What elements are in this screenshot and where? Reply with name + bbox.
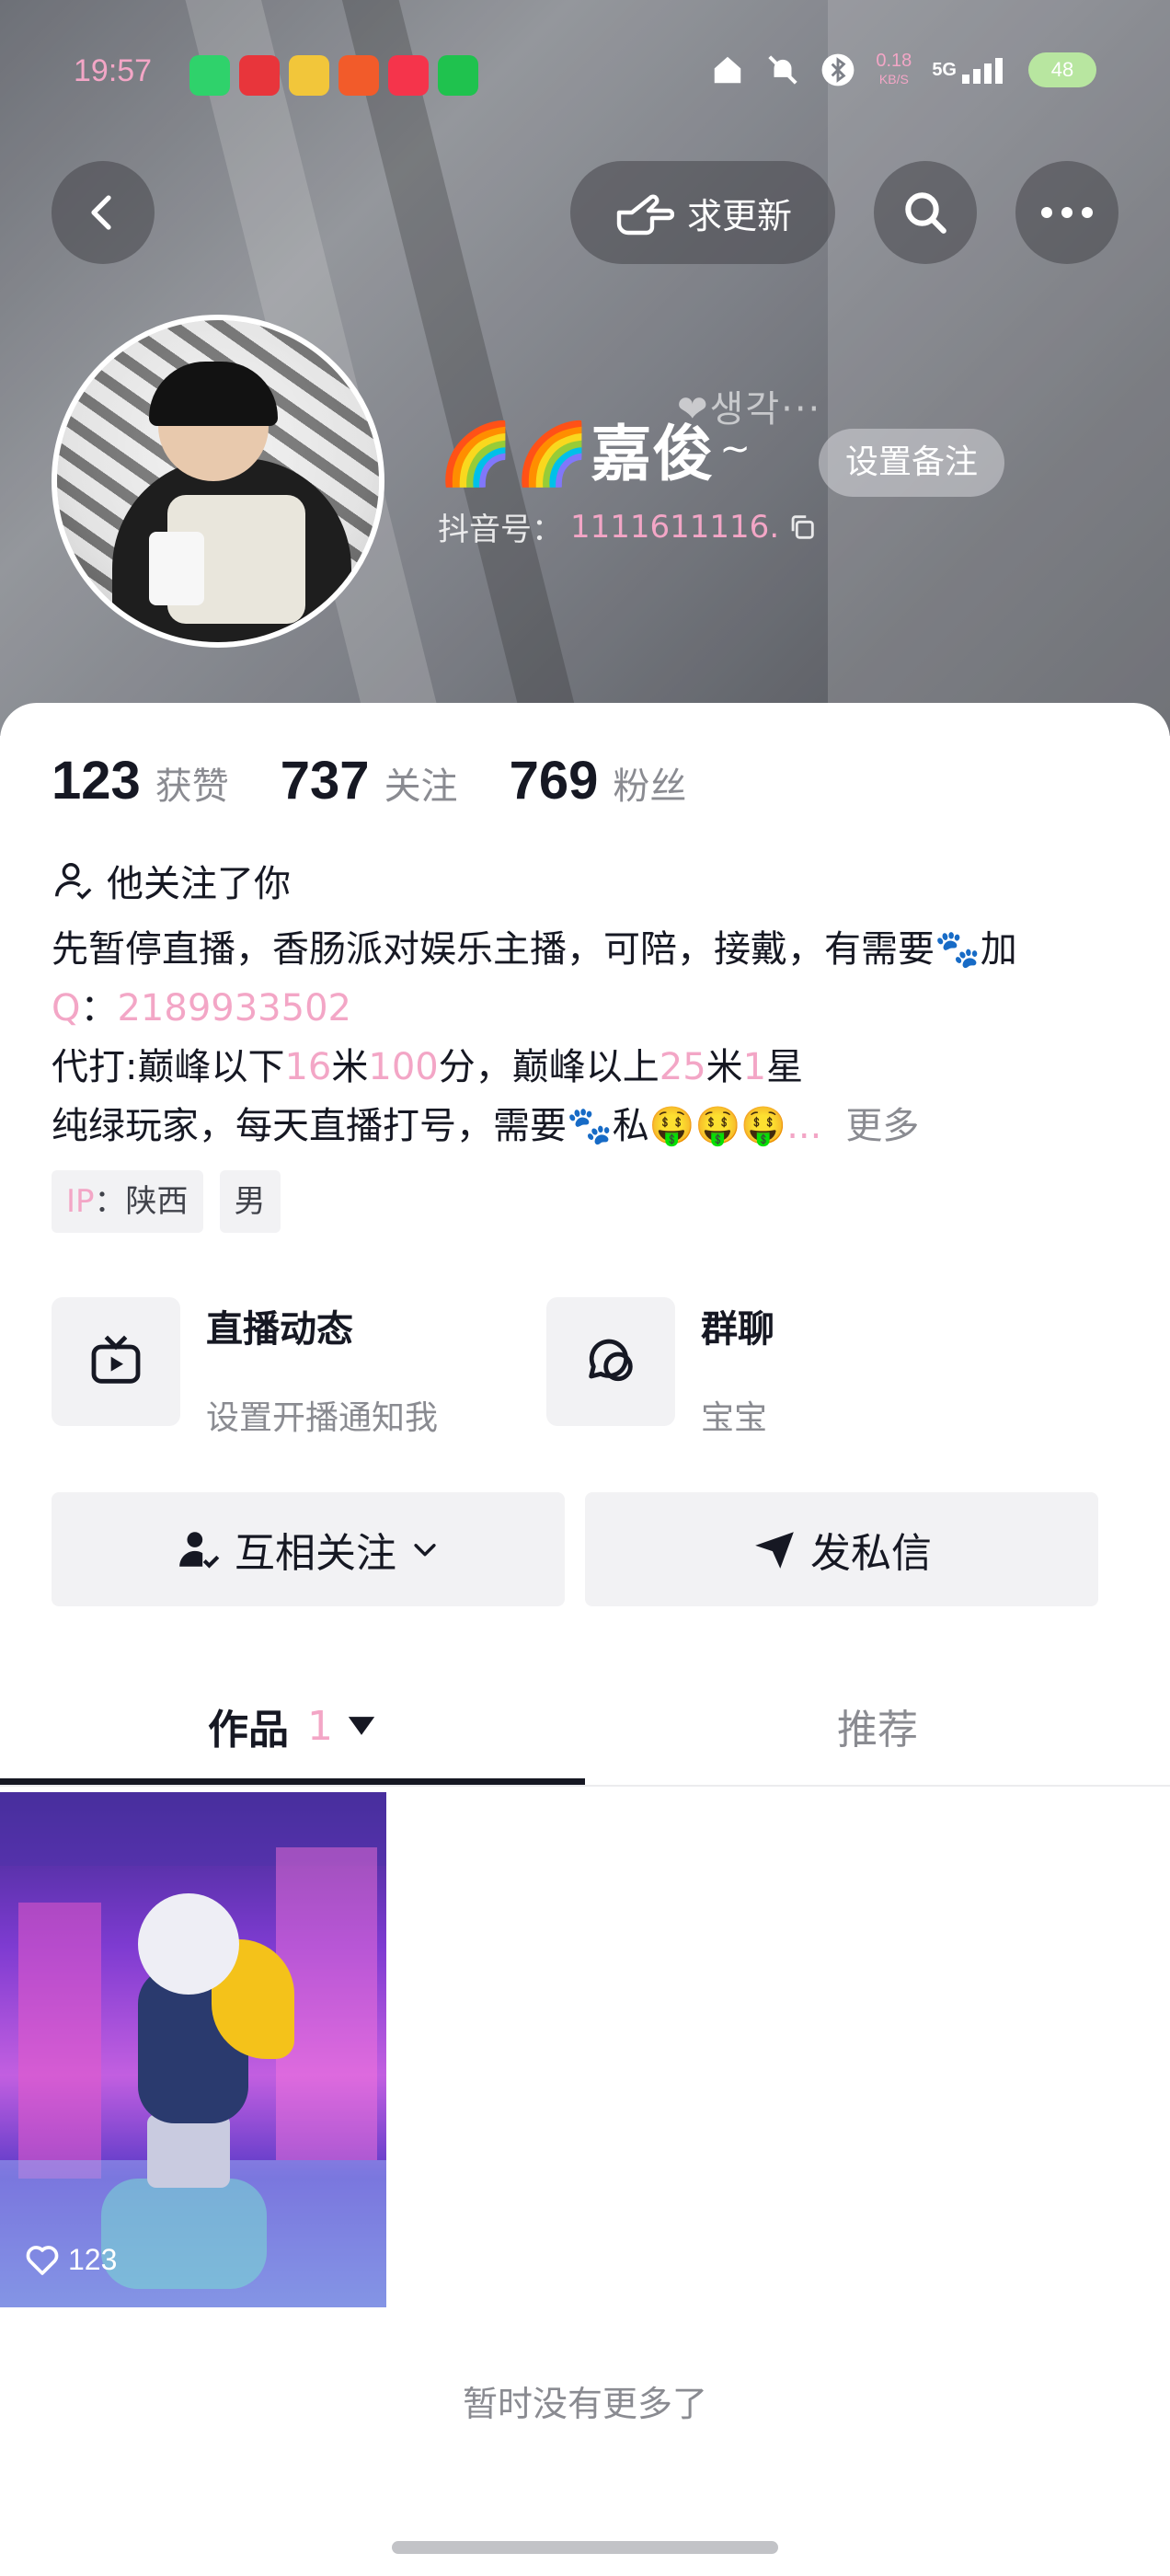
status-indicators: 0.18 KB/S 5G 48	[710, 52, 1096, 88]
live-updates-entry[interactable]: 直播动态 设置开播通知我	[52, 1297, 438, 1439]
sort-down-triangle-icon[interactable]	[346, 1712, 377, 1740]
ip-location-tag: IP：陕西	[52, 1170, 203, 1233]
bio-more-link[interactable]: 更多	[845, 1105, 919, 1147]
app-icon-green	[189, 55, 230, 96]
search-icon	[905, 192, 946, 234]
stat-followers[interactable]: 769 粉丝	[510, 750, 687, 811]
stat-likes[interactable]: 123 获赞	[52, 750, 229, 811]
follows-you-text: 他关注了你	[107, 863, 291, 905]
battery-indicator: 48	[1028, 52, 1096, 87]
video-likes-count: 123	[68, 2242, 118, 2276]
tab-works[interactable]: 作品 1	[0, 1665, 585, 1787]
active-tab-indicator	[0, 1778, 585, 1785]
following-count: 737	[280, 751, 370, 811]
profile-avatar[interactable]	[52, 315, 384, 648]
likes-label: 获赞	[155, 765, 229, 808]
heart-icon	[26, 2246, 59, 2275]
nickname-suffix: ~	[719, 428, 751, 470]
live-updates-title: 直播动态	[206, 1308, 353, 1351]
nickname: 🌈🌈嘉俊	[438, 419, 715, 489]
video-thumbnail[interactable]	[0, 1792, 386, 2307]
group-chat-entry[interactable]: 群聊 宝宝	[546, 1297, 774, 1439]
content-tabs: 作品 1 推荐	[0, 1665, 1170, 1787]
request-update-button[interactable]: 求更新	[570, 161, 835, 264]
followers-count: 769	[509, 751, 599, 811]
tv-icon	[91, 1335, 141, 1384]
group-chat-title: 群聊	[701, 1308, 774, 1351]
profile-tags: IP：陕西 男	[52, 1170, 281, 1233]
douyin-id-label: 抖音号：	[438, 512, 563, 548]
set-remark-button[interactable]: 设置备注	[819, 429, 1004, 497]
tab-recommend[interactable]: 推荐	[585, 1665, 1170, 1787]
back-button[interactable]	[52, 161, 155, 264]
profile-stats: 123 获赞 737 关注 769 粉丝	[52, 750, 738, 811]
send-plane-icon	[755, 1532, 794, 1569]
send-message-label: 发私信	[810, 1530, 932, 1577]
request-update-label: 求更新	[686, 195, 792, 236]
douyin-id[interactable]: 抖音号： 1111611116.	[438, 504, 818, 549]
home-indicator[interactable]	[392, 2541, 778, 2554]
user-check-icon	[55, 863, 92, 900]
music-app-icon	[388, 55, 429, 96]
qq-icon	[289, 55, 329, 96]
chevron-down-icon	[414, 1544, 436, 1557]
nickname-row: 🌈🌈嘉俊 ~	[438, 405, 751, 493]
chevron-left-icon	[91, 195, 111, 230]
video-likes: 123	[24, 2241, 117, 2278]
douyin-id-value: 1111611116.	[570, 508, 780, 546]
status-bar: 19:57 0.18 KB/S 5G 48	[0, 0, 1170, 147]
app-icon-red-618	[239, 55, 280, 96]
gender-tag: 男	[219, 1170, 281, 1233]
app-icon-green-2	[438, 55, 478, 96]
bluetooth-icon	[820, 52, 855, 87]
mute-bell-icon	[765, 52, 800, 87]
followers-label: 粉丝	[613, 765, 687, 808]
network-speed: 0.18 KB/S	[876, 51, 912, 86]
mutual-follow-button[interactable]: 互相关注	[52, 1492, 565, 1606]
tab-works-label: 作品	[208, 1707, 289, 1754]
pointing-hand-icon	[616, 194, 674, 236]
mutual-follow-label: 互相关注	[235, 1530, 396, 1577]
user-check-filled-icon	[179, 1532, 220, 1569]
likes-count: 123	[52, 751, 141, 811]
bio-line-1: 先暂停直播，香肠派对娱乐主播，可陪，接戴，有需要🐾加	[52, 928, 1017, 971]
app-icon-orange	[338, 55, 379, 96]
bio-line-3: 代打:巅峰以下16米100分，巅峰以上25米1星	[52, 1046, 804, 1088]
bio-line-2: Q：2189933502	[52, 987, 351, 1029]
follows-you-row: 他关注了你	[52, 854, 291, 907]
no-more-content-text: 暂时没有更多了	[462, 2384, 707, 2424]
notification-app-icons	[189, 55, 478, 96]
tab-works-count: 1	[307, 1702, 333, 1750]
more-options-button[interactable]	[1015, 161, 1118, 264]
group-chat-subtitle: 宝宝	[701, 1399, 768, 1437]
chat-bubbles-icon	[589, 1339, 633, 1382]
more-dots-icon	[1041, 207, 1093, 218]
following-label: 关注	[384, 765, 458, 808]
cellular-signal: 5G	[932, 56, 1008, 84]
stat-following[interactable]: 737 关注	[281, 750, 458, 811]
copy-icon[interactable]	[786, 512, 818, 543]
bio-line-4: 纯绿玩家，每天直播打号，需要🐾私🤑🤑🤑... 更多	[52, 1105, 920, 1147]
search-button[interactable]	[874, 161, 977, 264]
status-time: 19:57	[74, 53, 153, 88]
send-message-button[interactable]: 发私信	[585, 1492, 1098, 1606]
live-updates-subtitle: 设置开播通知我	[206, 1399, 439, 1437]
home-icon	[710, 52, 745, 87]
bio[interactable]: 先暂停直播，香肠派对娱乐主播，可陪，接戴，有需要🐾加 Q：2189933502 …	[52, 920, 1128, 1156]
